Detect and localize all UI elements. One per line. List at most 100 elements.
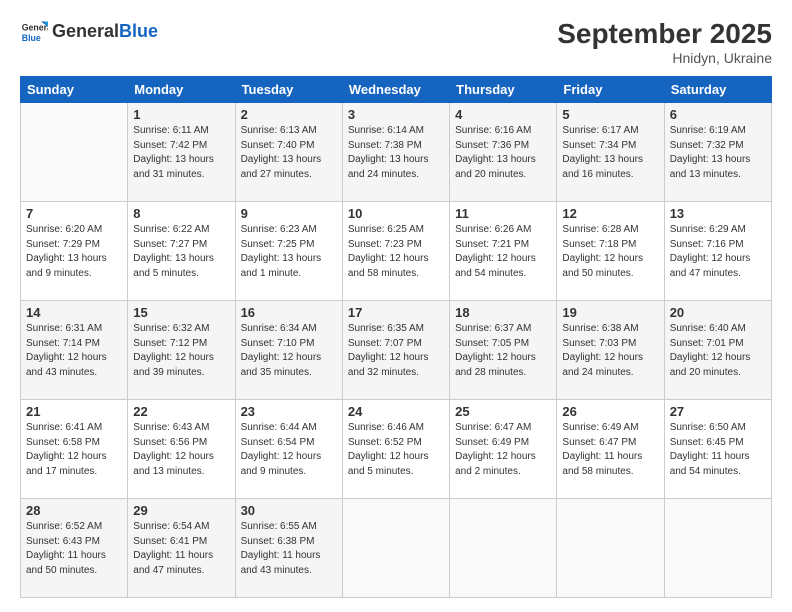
calendar-cell: 10 Sunrise: 6:25 AMSunset: 7:23 PMDayligh… xyxy=(342,202,449,301)
calendar-cell: 29 Sunrise: 6:54 AMSunset: 6:41 PMDayligh… xyxy=(128,499,235,598)
calendar-week-row: 7Sunrise: 6:20 AMSunset: 7:29 PMDaylight… xyxy=(21,202,772,301)
day-number: 18 xyxy=(455,305,551,320)
day-number: 11 xyxy=(455,206,551,221)
calendar-cell: 16Sunrise: 6:34 AMSunset: 7:10 PMDayligh… xyxy=(235,301,342,400)
day-number: 10 xyxy=(348,206,444,221)
calendar-cell: 19 Sunrise: 6:38 AMSunset: 7:03 PMDayligh… xyxy=(557,301,664,400)
day-info: Sunrise: 6:23 AMSunset: 7:25 PMDaylight:… xyxy=(241,223,337,281)
day-info: Sunrise: 6:50 AMSunset: 6:45 PMDaylight:… xyxy=(670,421,766,479)
day-info: Sunrise: 6:13 AMSunset: 7:40 PMDaylight:… xyxy=(241,124,337,182)
day-number: 4 xyxy=(455,107,551,122)
day-number: 19 xyxy=(562,305,658,320)
calendar-cell: 28 Sunrise: 6:52 AMSunset: 6:43 PMDayligh… xyxy=(21,499,128,598)
day-info: Sunrise: 6:35 AMSunset: 7:07 PMDaylight:… xyxy=(348,322,444,380)
day-number: 26 xyxy=(562,404,658,419)
calendar-week-row: 28 Sunrise: 6:52 AMSunset: 6:43 PMDayligh… xyxy=(21,499,772,598)
day-number: 29 xyxy=(133,503,229,518)
day-info: Sunrise: 6:22 AMSunset: 7:27 PMDaylight:… xyxy=(133,223,229,281)
calendar-cell: 18 Sunrise: 6:37 AMSunset: 7:05 PMDayligh… xyxy=(450,301,557,400)
day-info: Sunrise: 6:14 AMSunset: 7:38 PMDaylight:… xyxy=(348,124,444,182)
calendar-cell: 20Sunrise: 6:40 AMSunset: 7:01 PMDayligh… xyxy=(664,301,771,400)
logo-icon: General Blue xyxy=(20,18,48,46)
calendar-cell: 6Sunrise: 6:19 AMSunset: 7:32 PMDaylight… xyxy=(664,103,771,202)
day-number: 25 xyxy=(455,404,551,419)
day-info: Sunrise: 6:46 AMSunset: 6:52 PMDaylight:… xyxy=(348,421,444,479)
day-info: Sunrise: 6:17 AMSunset: 7:34 PMDaylight:… xyxy=(562,124,658,182)
day-info: Sunrise: 6:32 AMSunset: 7:12 PMDaylight:… xyxy=(133,322,229,380)
calendar-cell: 21 Sunrise: 6:41 AMSunset: 6:58 PMDayligh… xyxy=(21,400,128,499)
calendar-cell: 13 Sunrise: 6:29 AMSunset: 7:16 PMDayligh… xyxy=(664,202,771,301)
calendar-cell: 4 Sunrise: 6:16 AMSunset: 7:36 PMDaylight… xyxy=(450,103,557,202)
calendar-cell: 26 Sunrise: 6:49 AMSunset: 6:47 PMDayligh… xyxy=(557,400,664,499)
calendar-cell: 3 Sunrise: 6:14 AMSunset: 7:38 PMDaylight… xyxy=(342,103,449,202)
weekday-header-monday: Monday xyxy=(128,77,235,103)
day-number: 17 xyxy=(348,305,444,320)
month-title: September 2025 xyxy=(557,18,772,50)
calendar-cell xyxy=(557,499,664,598)
calendar-cell: 9 Sunrise: 6:23 AMSunset: 7:25 PMDaylight… xyxy=(235,202,342,301)
day-number: 5 xyxy=(562,107,658,122)
day-number: 22 xyxy=(133,404,229,419)
day-info: Sunrise: 6:25 AMSunset: 7:23 PMDaylight:… xyxy=(348,223,444,281)
day-info: Sunrise: 6:37 AMSunset: 7:05 PMDaylight:… xyxy=(455,322,551,380)
calendar-table: SundayMondayTuesdayWednesdayThursdayFrid… xyxy=(20,76,772,598)
day-info: Sunrise: 6:29 AMSunset: 7:16 PMDaylight:… xyxy=(670,223,766,281)
day-number: 24 xyxy=(348,404,444,419)
day-info: Sunrise: 6:41 AMSunset: 6:58 PMDaylight:… xyxy=(26,421,122,479)
day-number: 21 xyxy=(26,404,122,419)
calendar-cell: 25 Sunrise: 6:47 AMSunset: 6:49 PMDayligh… xyxy=(450,400,557,499)
day-number: 3 xyxy=(348,107,444,122)
logo-general-text: General xyxy=(52,22,119,42)
day-info: Sunrise: 6:54 AMSunset: 6:41 PMDaylight:… xyxy=(133,520,229,578)
day-number: 15 xyxy=(133,305,229,320)
day-info: Sunrise: 6:44 AMSunset: 6:54 PMDaylight:… xyxy=(241,421,337,479)
logo-blue-text: Blue xyxy=(119,22,158,42)
calendar-cell: 22 Sunrise: 6:43 AMSunset: 6:56 PMDayligh… xyxy=(128,400,235,499)
day-info: Sunrise: 6:26 AMSunset: 7:21 PMDaylight:… xyxy=(455,223,551,281)
day-number: 12 xyxy=(562,206,658,221)
day-info: Sunrise: 6:16 AMSunset: 7:36 PMDaylight:… xyxy=(455,124,551,182)
day-info: Sunrise: 6:38 AMSunset: 7:03 PMDaylight:… xyxy=(562,322,658,380)
title-block: September 2025 Hnidyn, Ukraine xyxy=(557,18,772,66)
header: General Blue GeneralBlue September 2025 … xyxy=(20,18,772,66)
day-info: Sunrise: 6:43 AMSunset: 6:56 PMDaylight:… xyxy=(133,421,229,479)
weekday-header-sunday: Sunday xyxy=(21,77,128,103)
calendar-cell: 8Sunrise: 6:22 AMSunset: 7:27 PMDaylight… xyxy=(128,202,235,301)
calendar-cell: 30Sunrise: 6:55 AMSunset: 6:38 PMDayligh… xyxy=(235,499,342,598)
calendar-week-row: 1 Sunrise: 6:11 AMSunset: 7:42 PMDaylight… xyxy=(21,103,772,202)
day-info: Sunrise: 6:49 AMSunset: 6:47 PMDaylight:… xyxy=(562,421,658,479)
calendar-cell: 17 Sunrise: 6:35 AMSunset: 7:07 PMDayligh… xyxy=(342,301,449,400)
day-info: Sunrise: 6:55 AMSunset: 6:38 PMDaylight:… xyxy=(241,520,337,578)
calendar-cell: 24 Sunrise: 6:46 AMSunset: 6:52 PMDayligh… xyxy=(342,400,449,499)
calendar-cell: 12 Sunrise: 6:28 AMSunset: 7:18 PMDayligh… xyxy=(557,202,664,301)
calendar-cell: 1 Sunrise: 6:11 AMSunset: 7:42 PMDaylight… xyxy=(128,103,235,202)
calendar-cell: 2Sunrise: 6:13 AMSunset: 7:40 PMDaylight… xyxy=(235,103,342,202)
calendar-cell xyxy=(450,499,557,598)
calendar-cell: 5 Sunrise: 6:17 AMSunset: 7:34 PMDaylight… xyxy=(557,103,664,202)
calendar-cell xyxy=(664,499,771,598)
calendar-cell: 23Sunrise: 6:44 AMSunset: 6:54 PMDayligh… xyxy=(235,400,342,499)
calendar-header-row: SundayMondayTuesdayWednesdayThursdayFrid… xyxy=(21,77,772,103)
day-number: 1 xyxy=(133,107,229,122)
day-info: Sunrise: 6:28 AMSunset: 7:18 PMDaylight:… xyxy=(562,223,658,281)
day-info: Sunrise: 6:11 AMSunset: 7:42 PMDaylight:… xyxy=(133,124,229,182)
weekday-header-thursday: Thursday xyxy=(450,77,557,103)
day-number: 6 xyxy=(670,107,766,122)
day-info: Sunrise: 6:52 AMSunset: 6:43 PMDaylight:… xyxy=(26,520,122,578)
location: Hnidyn, Ukraine xyxy=(557,50,772,66)
day-info: Sunrise: 6:20 AMSunset: 7:29 PMDaylight:… xyxy=(26,223,122,281)
calendar-cell xyxy=(21,103,128,202)
day-number: 13 xyxy=(670,206,766,221)
day-info: Sunrise: 6:47 AMSunset: 6:49 PMDaylight:… xyxy=(455,421,551,479)
day-number: 28 xyxy=(26,503,122,518)
day-info: Sunrise: 6:40 AMSunset: 7:01 PMDaylight:… xyxy=(670,322,766,380)
calendar-cell: 15 Sunrise: 6:32 AMSunset: 7:12 PMDayligh… xyxy=(128,301,235,400)
day-number: 14 xyxy=(26,305,122,320)
calendar-week-row: 21 Sunrise: 6:41 AMSunset: 6:58 PMDayligh… xyxy=(21,400,772,499)
day-info: Sunrise: 6:31 AMSunset: 7:14 PMDaylight:… xyxy=(26,322,122,380)
calendar-cell: 11 Sunrise: 6:26 AMSunset: 7:21 PMDayligh… xyxy=(450,202,557,301)
calendar-cell: 7Sunrise: 6:20 AMSunset: 7:29 PMDaylight… xyxy=(21,202,128,301)
day-number: 9 xyxy=(241,206,337,221)
weekday-header-wednesday: Wednesday xyxy=(342,77,449,103)
calendar-cell: 14 Sunrise: 6:31 AMSunset: 7:14 PMDayligh… xyxy=(21,301,128,400)
